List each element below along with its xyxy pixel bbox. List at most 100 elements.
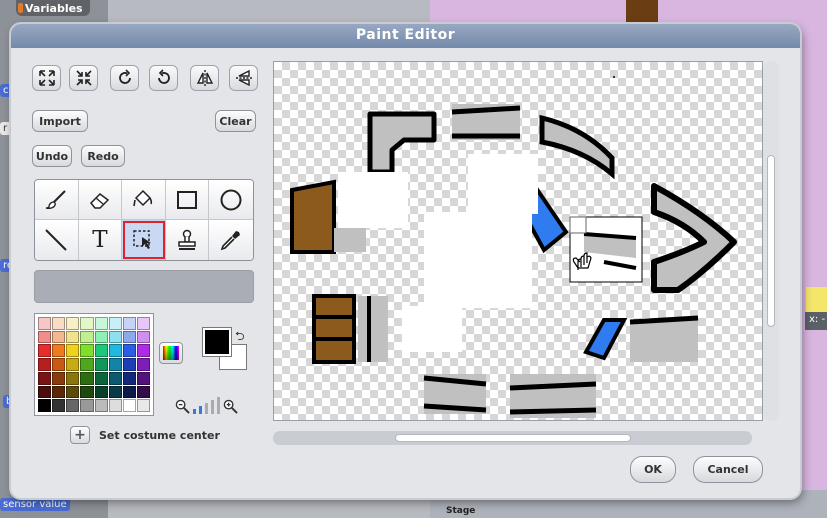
select-tool[interactable] bbox=[122, 220, 166, 260]
zoom-level-bars[interactable] bbox=[193, 397, 220, 414]
palette-swatch[interactable] bbox=[122, 399, 136, 412]
palette-swatch[interactable] bbox=[136, 399, 150, 412]
palette-swatch[interactable] bbox=[94, 317, 108, 330]
variables-category-tab[interactable]: Variables bbox=[16, 0, 90, 16]
palette-swatch[interactable] bbox=[38, 330, 52, 344]
sensor-value-block[interactable]: sensor value bbox=[0, 498, 70, 511]
zoom-bar[interactable] bbox=[211, 400, 214, 414]
palette-swatch[interactable] bbox=[66, 399, 80, 412]
palette-swatch[interactable] bbox=[80, 371, 94, 385]
palette-swatch[interactable] bbox=[108, 358, 122, 371]
palette-swatch[interactable] bbox=[122, 344, 136, 358]
palette-swatch[interactable] bbox=[136, 371, 150, 385]
palette-swatch[interactable] bbox=[94, 385, 108, 399]
paint-canvas[interactable] bbox=[273, 61, 763, 421]
palette-swatch[interactable] bbox=[80, 330, 94, 344]
zoom-bar[interactable] bbox=[193, 409, 196, 414]
palette-swatch[interactable] bbox=[38, 399, 52, 412]
stage-xy-readout: x: - bbox=[805, 312, 827, 330]
paintbrush-tool[interactable] bbox=[35, 180, 79, 220]
palette-swatch[interactable] bbox=[38, 385, 52, 399]
palette-swatch[interactable] bbox=[52, 317, 66, 330]
palette-swatch[interactable] bbox=[52, 358, 66, 371]
palette-swatch[interactable] bbox=[108, 399, 122, 412]
palette-swatch[interactable] bbox=[136, 330, 150, 344]
zoom-in-icon[interactable] bbox=[223, 399, 238, 414]
canvas-vertical-scrollbar[interactable] bbox=[763, 61, 779, 421]
rectangle-tool[interactable] bbox=[165, 180, 210, 220]
palette-swatch[interactable] bbox=[38, 317, 52, 330]
palette-swatch[interactable] bbox=[122, 371, 136, 385]
swap-colors-icon[interactable]: ⮌ bbox=[235, 327, 245, 348]
eraser-tool[interactable] bbox=[78, 180, 123, 220]
palette-swatch[interactable] bbox=[38, 371, 52, 385]
palette-swatch[interactable] bbox=[66, 358, 80, 371]
flip-horizontal-button[interactable] bbox=[190, 65, 219, 91]
vertical-scroll-thumb[interactable] bbox=[767, 155, 775, 327]
palette-swatch[interactable] bbox=[94, 344, 108, 358]
palette-swatch[interactable] bbox=[108, 371, 122, 385]
palette-swatch[interactable] bbox=[52, 344, 66, 358]
line-tool[interactable] bbox=[35, 220, 79, 260]
foreground-color-swatch[interactable] bbox=[203, 328, 231, 356]
color-picker-button[interactable] bbox=[159, 342, 183, 364]
palette-swatch[interactable] bbox=[80, 385, 94, 399]
palette-swatch[interactable] bbox=[108, 317, 122, 330]
palette-swatch[interactable] bbox=[66, 385, 80, 399]
cancel-button[interactable]: Cancel bbox=[693, 456, 763, 483]
palette-swatch[interactable] bbox=[136, 358, 150, 371]
palette-swatch[interactable] bbox=[80, 344, 94, 358]
undo-button[interactable]: Undo bbox=[32, 145, 72, 167]
text-tool[interactable]: T bbox=[78, 220, 123, 260]
palette-swatch[interactable] bbox=[80, 399, 94, 412]
ellipse-tool[interactable] bbox=[209, 180, 253, 220]
palette-swatch[interactable] bbox=[52, 399, 66, 412]
palette-swatch[interactable] bbox=[122, 330, 136, 344]
canvas-horizontal-scrollbar[interactable] bbox=[273, 431, 752, 445]
palette-swatch[interactable] bbox=[108, 330, 122, 344]
eyedropper-tool[interactable] bbox=[209, 220, 253, 260]
palette-swatch[interactable] bbox=[38, 344, 52, 358]
set-costume-center-button[interactable]: + bbox=[70, 426, 90, 444]
palette-swatch[interactable] bbox=[122, 358, 136, 371]
palette-swatch[interactable] bbox=[94, 371, 108, 385]
palette-swatch[interactable] bbox=[80, 317, 94, 330]
palette-swatch[interactable] bbox=[122, 317, 136, 330]
rotate-right-button[interactable] bbox=[110, 65, 139, 91]
zoom-bar[interactable] bbox=[199, 406, 202, 414]
palette-swatch[interactable] bbox=[136, 344, 150, 358]
palette-swatch[interactable] bbox=[66, 317, 80, 330]
palette-swatch[interactable] bbox=[94, 358, 108, 371]
palette-swatch[interactable] bbox=[108, 385, 122, 399]
palette-swatch[interactable] bbox=[66, 344, 80, 358]
zoom-out-icon[interactable] bbox=[175, 399, 190, 414]
stamp-tool[interactable] bbox=[165, 220, 210, 260]
palette-swatch[interactable] bbox=[66, 330, 80, 344]
palette-swatch[interactable] bbox=[136, 385, 150, 399]
clear-button[interactable]: Clear bbox=[215, 110, 256, 132]
palette-swatch[interactable] bbox=[52, 371, 66, 385]
import-button[interactable]: Import bbox=[32, 110, 88, 132]
stage-thumbnail-label: Stage bbox=[446, 506, 476, 516]
palette-swatch[interactable] bbox=[66, 371, 80, 385]
fill-tool[interactable] bbox=[122, 180, 166, 220]
horizontal-scroll-thumb[interactable] bbox=[395, 434, 631, 442]
palette-swatch[interactable] bbox=[108, 344, 122, 358]
palette-swatch[interactable] bbox=[80, 358, 94, 371]
grow-button[interactable] bbox=[32, 65, 61, 91]
palette-swatch[interactable] bbox=[94, 399, 108, 412]
palette-swatch[interactable] bbox=[94, 330, 108, 344]
palette-swatch[interactable] bbox=[52, 330, 66, 344]
palette-swatch[interactable] bbox=[136, 317, 150, 330]
palette-swatch[interactable] bbox=[52, 385, 66, 399]
zoom-bar[interactable] bbox=[217, 397, 220, 414]
redo-button[interactable]: Redo bbox=[81, 145, 125, 167]
rotate-left-button[interactable] bbox=[149, 65, 178, 91]
flip-vertical-button[interactable] bbox=[229, 65, 258, 91]
text-tool-icon: T bbox=[92, 227, 108, 253]
palette-swatch[interactable] bbox=[122, 385, 136, 399]
palette-swatch[interactable] bbox=[38, 358, 52, 371]
zoom-bar[interactable] bbox=[205, 403, 208, 414]
shrink-button[interactable] bbox=[69, 65, 98, 91]
ok-button[interactable]: OK bbox=[630, 456, 676, 483]
